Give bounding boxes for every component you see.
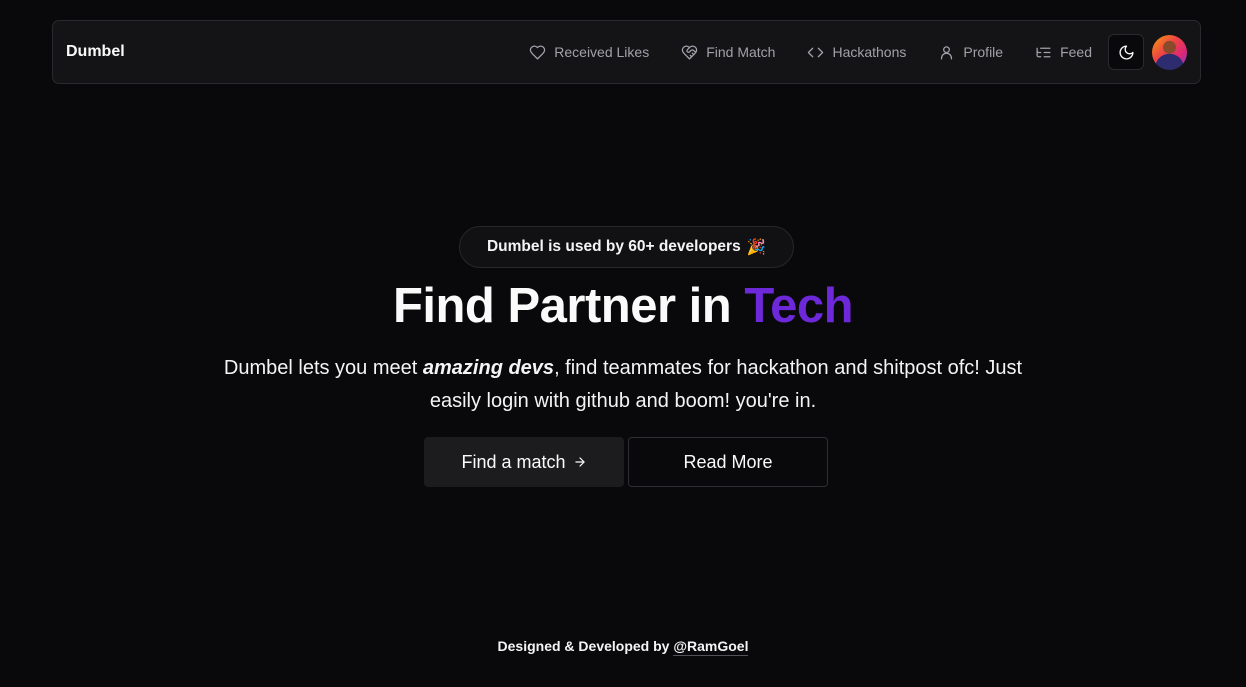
nav-profile[interactable]: Profile: [922, 21, 1019, 83]
usage-badge: Dumbel is used by 60+ developers 🎉: [459, 226, 794, 268]
hero-title: Find Partner in Tech: [0, 278, 1246, 334]
hero-desc-before: Dumbel lets you meet: [223, 357, 423, 379]
hero-desc-emphasis: amazing devs: [422, 357, 555, 379]
user-avatar[interactable]: [1152, 34, 1187, 70]
brand-logo[interactable]: Dumbel: [66, 43, 125, 61]
footer-text: Designed & Developed by: [497, 638, 670, 654]
theme-toggle-button[interactable]: [1108, 34, 1144, 70]
user-icon: [941, 45, 953, 60]
heart-icon: [530, 44, 546, 60]
hero-description: Dumbel lets you meet amazing devs, find …: [223, 352, 1023, 418]
party-popper-icon: 🎉: [746, 238, 766, 256]
nav-received-likes-label: Received Likes: [554, 44, 650, 60]
nav-hackathons-label: Hackathons: [832, 44, 907, 60]
nav-hackathons[interactable]: Hackathons: [791, 21, 922, 83]
hero-title-main: Find Partner in: [392, 279, 732, 333]
usage-badge-text: Dumbel is used by 60+ developers: [486, 238, 741, 255]
hero-title-accent: Tech: [744, 279, 854, 333]
nav-feed[interactable]: Feed: [1019, 21, 1108, 83]
moon-icon: [1118, 44, 1134, 60]
heart-handshake-icon: [681, 44, 698, 60]
nav-profile-label: Profile: [963, 44, 1004, 60]
nav-received-likes[interactable]: Received Likes: [513, 21, 665, 83]
nav-feed-label: Feed: [1060, 44, 1092, 60]
nav-find-match-label: Find Match: [706, 44, 776, 60]
nav-links: Received Likes Find Match Hackathons Pro…: [513, 21, 1187, 83]
footer-credit: Designed & Developed by @RamGoel: [0, 638, 1246, 656]
arrow-right-icon: [574, 457, 585, 467]
top-navbar: Dumbel Received Likes Find Match Hackath…: [52, 20, 1201, 84]
nav-find-match[interactable]: Find Match: [665, 21, 791, 83]
find-match-button[interactable]: Find a match: [424, 437, 624, 487]
list-tree-icon: [1036, 47, 1051, 57]
find-match-button-label: Find a match: [461, 451, 566, 472]
code-icon: [808, 47, 824, 57]
author-link[interactable]: @RamGoel: [673, 638, 749, 656]
read-more-button-label: Read More: [683, 451, 773, 472]
read-more-button[interactable]: Read More: [628, 437, 828, 487]
